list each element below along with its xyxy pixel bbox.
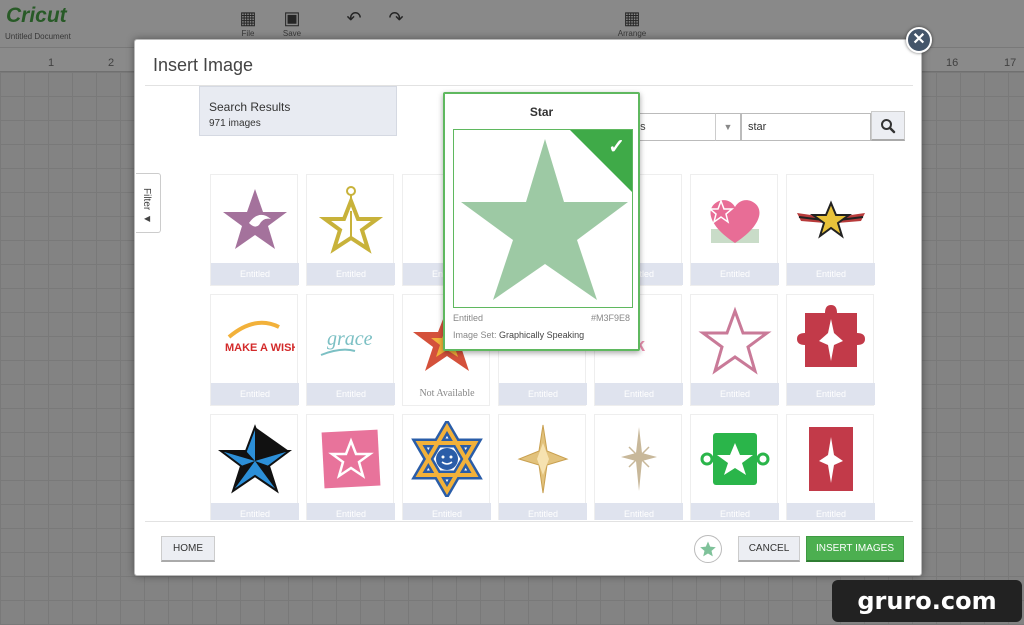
image-status-caption: Not Available	[419, 388, 475, 399]
svg-text:grace: grace	[327, 328, 373, 350]
image-thumbnail	[791, 181, 871, 257]
image-thumbnail	[311, 421, 391, 497]
filter-label: Filter	[141, 188, 152, 211]
image-status-caption: Entitled	[403, 503, 491, 520]
image-thumbnail	[503, 421, 583, 497]
dialog-title: Insert Image	[153, 55, 254, 75]
image-thumbnail: grace	[311, 301, 391, 377]
image-status-caption: Entitled	[307, 503, 395, 520]
image-tile[interactable]: Entitled	[498, 414, 587, 520]
image-tile[interactable]: Entitled	[594, 414, 683, 520]
search-results-title: Search Results	[209, 100, 291, 114]
image-tile[interactable]: Entitled	[402, 414, 491, 520]
image-preview-popover: Star ✓ Entitled #M3F9E8 Image Set: Graph…	[443, 92, 640, 351]
preview-image-set: Image Set: Graphically Speaking	[453, 330, 584, 340]
image-status-caption: Entitled	[691, 383, 779, 405]
divider	[145, 521, 913, 522]
image-status-caption: Entitled	[787, 503, 875, 520]
insert-images-button[interactable]: INSERT IMAGES	[806, 536, 904, 562]
image-tile[interactable]: Entitled	[690, 174, 779, 286]
preview-image-id: #M3F9E8	[590, 313, 630, 323]
image-status-caption: Entitled	[307, 263, 395, 285]
image-tile[interactable]: MAKE A WISH Entitled	[210, 294, 299, 406]
image-thumbnail	[215, 181, 295, 257]
image-thumbnail	[215, 421, 295, 497]
image-tile[interactable]: Entitled	[210, 174, 299, 286]
search-icon	[881, 119, 896, 134]
search-button[interactable]	[871, 111, 905, 141]
chevron-down-icon[interactable]: ▼	[715, 113, 741, 141]
image-status-caption: Entitled	[499, 383, 587, 405]
image-tile[interactable]: grace Entitled	[306, 294, 395, 406]
image-thumbnail	[695, 181, 775, 257]
image-set-name: Graphically Speaking	[499, 330, 585, 340]
star-icon	[700, 541, 716, 557]
image-status-caption: Entitled	[211, 383, 299, 405]
image-thumbnail: MAKE A WISH	[215, 301, 299, 377]
image-thumbnail	[695, 301, 775, 377]
image-status-caption: Entitled	[595, 503, 683, 520]
image-thumbnail	[791, 301, 871, 377]
preview-image[interactable]: ✓	[453, 129, 633, 308]
cancel-button[interactable]: CANCEL	[738, 536, 800, 562]
preview-status: Entitled	[453, 313, 484, 323]
image-tile[interactable]: Entitled	[786, 174, 875, 286]
image-tile[interactable]: Entitled	[210, 414, 299, 520]
image-tile[interactable]: Entitled	[690, 414, 779, 520]
image-tile[interactable]: Entitled	[690, 294, 779, 406]
svg-text:MAKE A WISH: MAKE A WISH	[225, 342, 295, 354]
preview-image-name: Star	[529, 105, 554, 119]
image-status-caption: Entitled	[307, 383, 395, 405]
close-icon[interactable]: ✕	[906, 27, 932, 53]
image-status-caption: Entitled	[595, 383, 683, 405]
image-tile[interactable]: Entitled	[306, 174, 395, 286]
image-thumbnail	[407, 418, 487, 500]
image-tile[interactable]: Entitled	[786, 294, 875, 406]
image-status-caption: Entitled	[787, 383, 875, 405]
search-input[interactable]	[741, 113, 871, 141]
filter-tab[interactable]: Filter ◀	[136, 173, 161, 233]
image-thumbnail	[791, 421, 871, 497]
image-set-label: Image Set:	[453, 330, 497, 340]
search-results-count: 971 images	[209, 118, 261, 129]
image-status-caption: Entitled	[211, 503, 299, 520]
image-status-caption: Entitled	[499, 503, 587, 520]
image-status-caption: Entitled	[691, 503, 779, 520]
image-status-caption: Entitled	[691, 263, 779, 285]
triangle-left-icon: ◀	[144, 214, 151, 223]
search-results-summary: Search Results 971 images	[199, 86, 397, 136]
favorites-button[interactable]	[694, 535, 722, 563]
home-button[interactable]: HOME	[161, 536, 215, 562]
image-status-caption: Entitled	[211, 263, 299, 285]
image-thumbnail	[311, 181, 391, 257]
image-thumbnail	[695, 421, 775, 497]
watermark: gruro.com	[832, 580, 1022, 622]
image-tile[interactable]: Entitled	[786, 414, 875, 520]
checkmark-icon: ✓	[608, 136, 625, 158]
image-thumbnail	[599, 421, 679, 497]
image-status-caption: Entitled	[787, 263, 875, 285]
image-tile[interactable]: Entitled	[306, 414, 395, 520]
